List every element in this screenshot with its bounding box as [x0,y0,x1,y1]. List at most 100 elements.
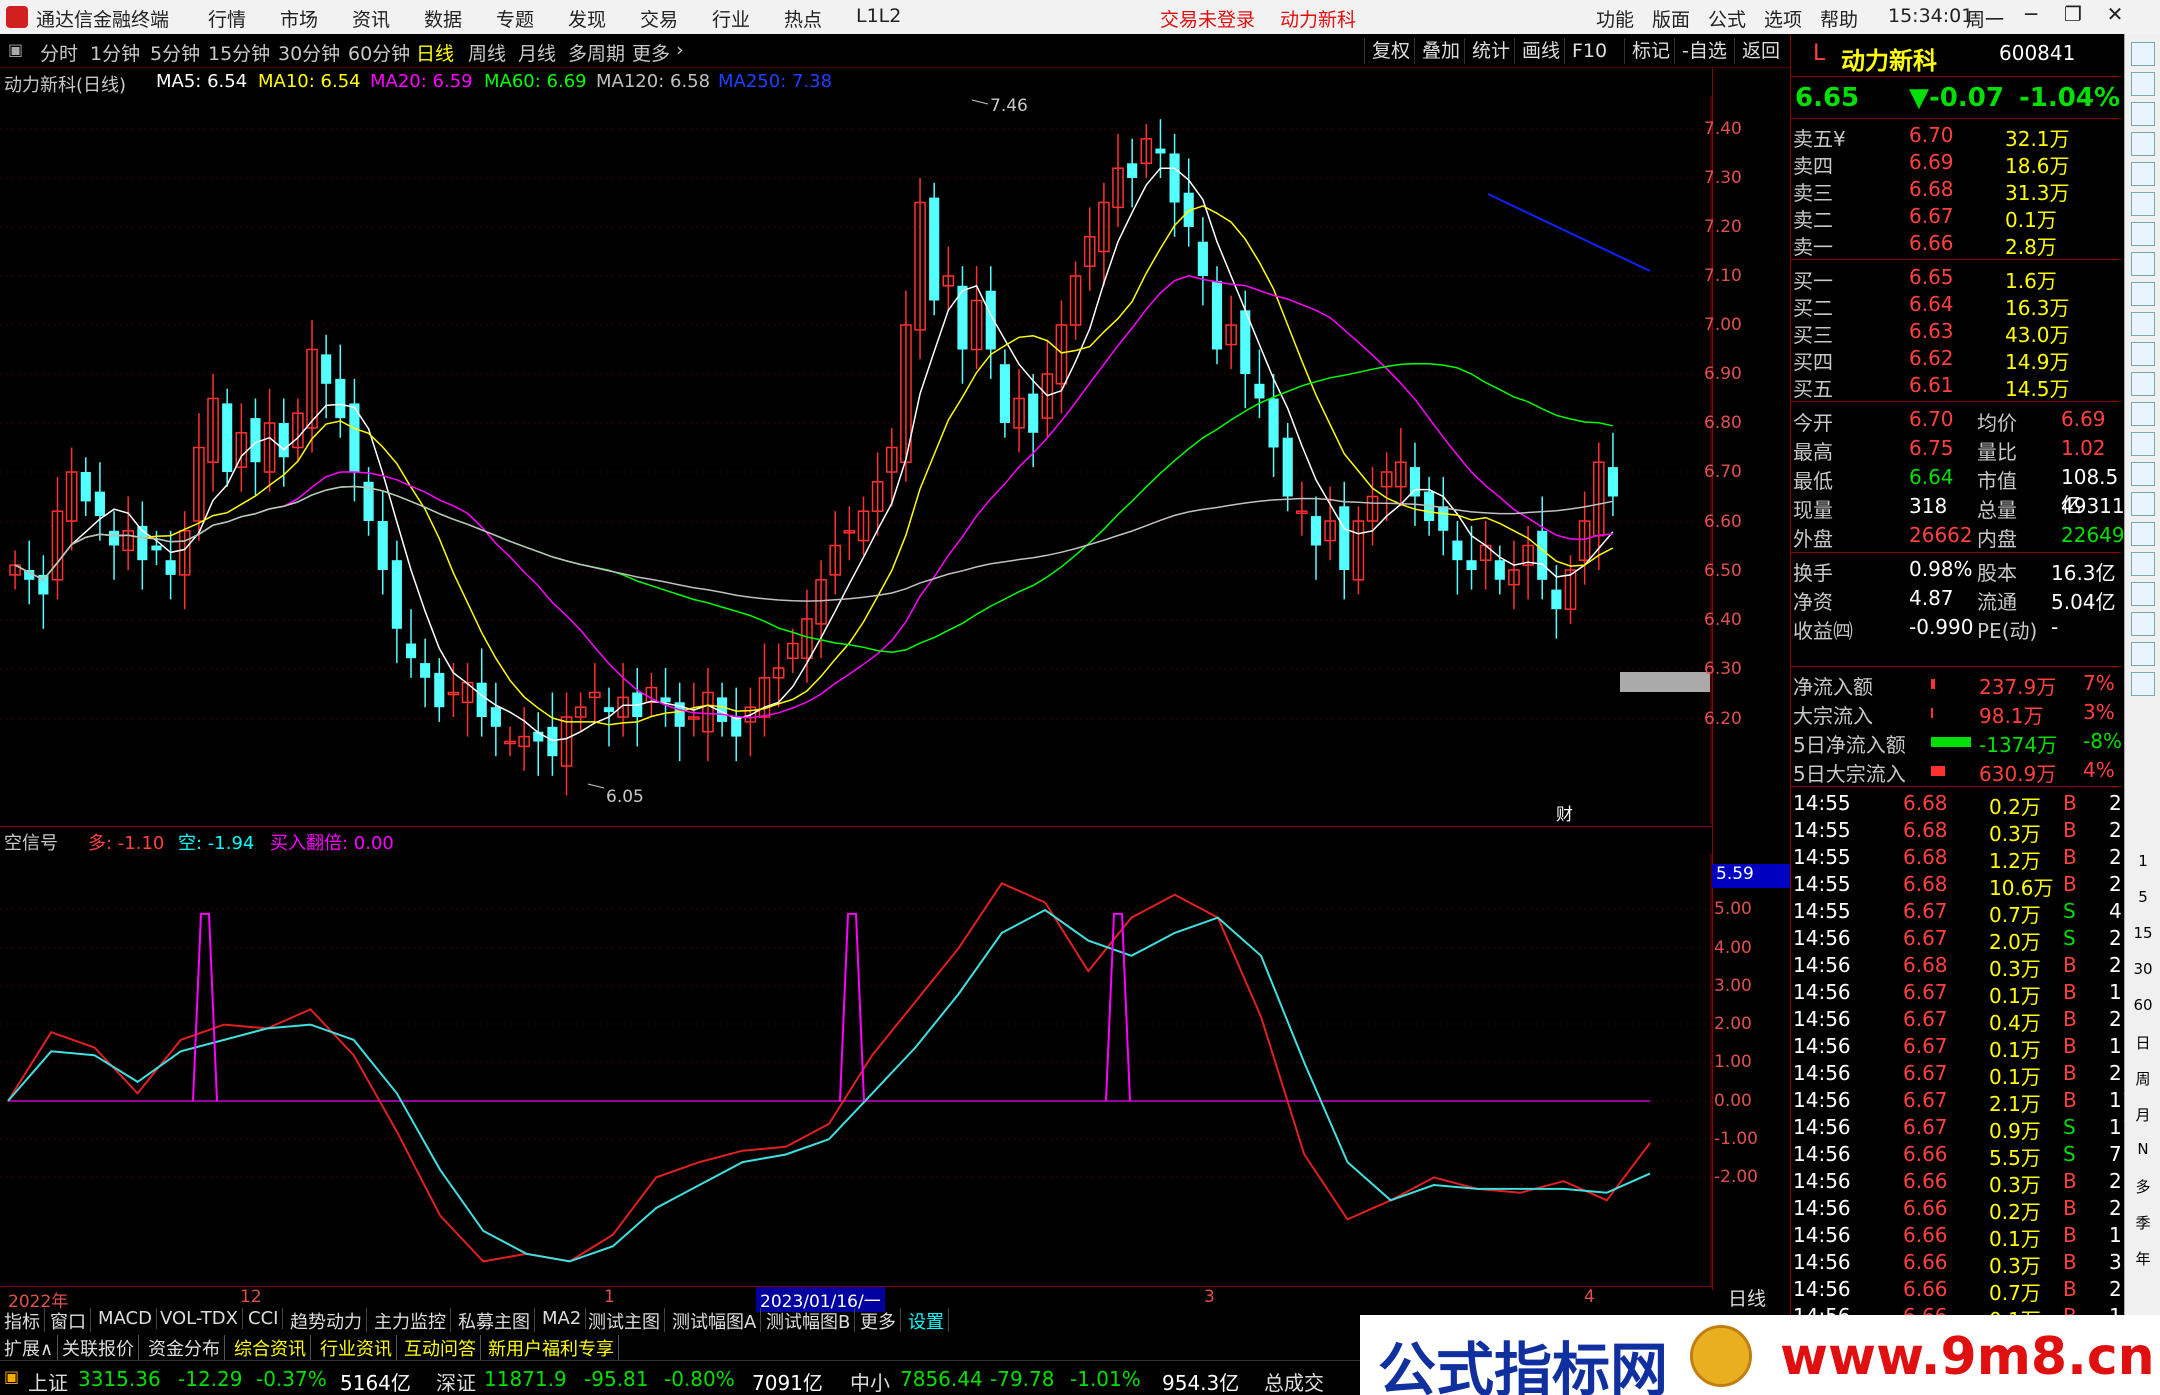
tool-zixuan[interactable]: -自选 [1674,38,1734,64]
tool-f10[interactable]: F10 [1564,38,1614,64]
ext-toggle[interactable]: 扩展∧ [0,1335,59,1361]
tab-more[interactable]: 更多 [856,1308,901,1334]
period-shortcut[interactable]: 周 [2125,1068,2160,1089]
tool-icon[interactable] [2131,642,2155,666]
tool-icon[interactable] [2131,132,2155,156]
menu-zixun[interactable]: 资讯 [352,5,390,32]
tool-icon[interactable] [2131,252,2155,276]
login-status[interactable]: 交易未登录 [1160,5,1255,32]
menu-faxian[interactable]: 发现 [568,5,606,32]
period-5min[interactable]: 5分钟 [150,39,200,66]
finance-flag[interactable]: 财 [1556,805,1573,824]
menu-hangye[interactable]: 行业 [712,5,750,32]
period-shortcut[interactable]: 季 [2125,1212,2160,1233]
tool-tongji[interactable]: 统计 [1464,38,1517,64]
tool-icon[interactable] [2131,72,2155,96]
period-shortcut[interactable]: 5 [2125,888,2160,906]
period-more[interactable]: 更多 [632,39,670,66]
menu-hangqing[interactable]: 行情 [208,5,246,32]
menu-shichang[interactable]: 市场 [280,5,318,32]
period-shortcut[interactable]: 15 [2125,924,2160,942]
collapse-icon[interactable]: ▣ [8,40,23,59]
tab-cci[interactable]: CCI [244,1308,284,1329]
chevron-right-icon[interactable]: › [676,39,684,61]
period-15min[interactable]: 15分钟 [208,39,270,66]
period-shortcut[interactable]: N [2125,1140,2160,1158]
close-icon[interactable]: ✕ [2100,2,2130,32]
menu-xuanxiang[interactable]: 选项 [1764,5,1802,32]
ext-fund-dist[interactable]: 资金分布 [144,1335,225,1361]
tool-icon[interactable] [2131,582,2155,606]
indicator-chart[interactable] [0,854,1712,1286]
period-shortcut[interactable]: 年 [2125,1248,2160,1269]
tab-zhuli[interactable]: 主力监控 [370,1308,451,1334]
tool-icon[interactable] [2131,432,2155,456]
menu-zhuanti[interactable]: 专题 [496,5,534,32]
tool-icon[interactable] [2131,102,2155,126]
period-shortcut[interactable]: 月 [2125,1104,2160,1125]
tool-icon[interactable] [2131,312,2155,336]
menu-banmian[interactable]: 版面 [1652,5,1690,32]
tool-huaxian[interactable]: 画线 [1514,38,1567,64]
current-stock-link[interactable]: 动力新科 [1280,5,1356,32]
sh-name[interactable]: 上证 [28,1367,68,1395]
ext-welfare[interactable]: 新用户福利专享 [484,1335,619,1361]
period-shortcut[interactable]: 60 [2125,996,2160,1014]
tool-icon[interactable] [2131,612,2155,636]
tool-icon[interactable] [2131,672,2155,696]
tab-qushi[interactable]: 趋势动力 [286,1308,367,1334]
tool-icon[interactable] [2131,402,2155,426]
tool-icon[interactable] [2131,522,2155,546]
ext-news[interactable]: 综合资讯 [230,1335,311,1361]
tab-vol-tdx[interactable]: VOL-TDX [156,1308,243,1329]
tool-fanhui[interactable]: 返回 [1734,38,1787,64]
tool-icon[interactable] [2131,282,2155,306]
period-shortcut[interactable]: 多 [2125,1176,2160,1197]
period-60min[interactable]: 60分钟 [348,39,410,66]
period-weekly[interactable]: 周线 [468,39,506,66]
tool-biaoji[interactable]: 标记 [1624,38,1677,64]
tab-test-a[interactable]: 测试幅图A [668,1308,762,1334]
period-30min[interactable]: 30分钟 [278,39,340,66]
tool-fuquan[interactable]: 复权 [1364,38,1417,64]
tab-zhibiao[interactable]: 指标 [0,1308,45,1334]
period-shortcut[interactable]: 1 [2125,852,2160,870]
period-shortcut[interactable]: 30 [2125,960,2160,978]
menu-l1l2[interactable]: L1L2 [856,5,901,27]
tool-icon[interactable] [2131,42,2155,66]
period-daily[interactable]: 日线 [416,39,454,66]
menu-jiaoyi[interactable]: 交易 [640,5,678,32]
sz-name[interactable]: 深证 [436,1367,476,1395]
minimize-icon[interactable]: ─ [2016,2,2046,32]
ext-qa[interactable]: 互动问答 [400,1335,481,1361]
menu-gongshi[interactable]: 公式 [1708,5,1746,32]
period-shortcut[interactable]: 日 [2125,1032,2160,1053]
period-multi[interactable]: 多周期 [568,39,625,66]
tool-icon[interactable] [2131,192,2155,216]
tab-ma2[interactable]: MA2 [538,1308,587,1329]
menu-bangzhu[interactable]: 帮助 [1820,5,1858,32]
period-monthly[interactable]: 月线 [518,39,556,66]
tool-icon[interactable] [2131,222,2155,246]
restore-icon[interactable]: ❐ [2058,2,2088,32]
tool-diejia[interactable]: 叠加 [1414,38,1467,64]
tab-test-b[interactable]: 测试幅图B [762,1308,856,1334]
tab-chuangkou[interactable]: 窗口 [46,1308,91,1334]
tool-icon[interactable] [2131,492,2155,516]
tool-icon[interactable] [2131,462,2155,486]
menu-gongneng[interactable]: 功能 [1596,5,1634,32]
menu-redian[interactable]: 热点 [784,5,822,32]
zx-name[interactable]: 中小 [850,1367,890,1395]
tab-macd[interactable]: MACD [94,1308,157,1329]
tool-icon[interactable] [2131,342,2155,366]
kline-chart[interactable]: 7.46 6.05 财 [0,96,1712,824]
period-1min[interactable]: 1分钟 [90,39,140,66]
tab-simu[interactable]: 私募主图 [454,1308,535,1334]
tool-icon[interactable] [2131,162,2155,186]
period-fenshi[interactable]: 分时 [40,39,78,66]
tab-test-main[interactable]: 测试主图 [584,1308,665,1334]
menu-shuju[interactable]: 数据 [424,5,462,32]
ext-related-quote[interactable]: 关联报价 [58,1335,139,1361]
tab-settings[interactable]: 设置 [904,1308,949,1334]
ext-industry-news[interactable]: 行业资讯 [316,1335,397,1361]
